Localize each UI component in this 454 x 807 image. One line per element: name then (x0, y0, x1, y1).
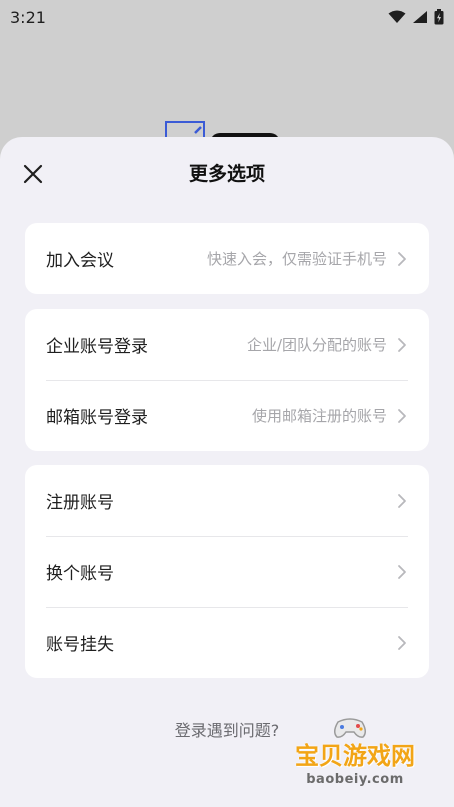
status-bar: 3:21 (0, 0, 454, 34)
sheet-title: 更多选项 (188, 163, 265, 185)
options-card-join: 加入会议 快速入会，仅需验证手机号 (25, 223, 429, 294)
login-help-link[interactable]: 登录遇到问题? (0, 717, 454, 741)
row-hint: 使用邮箱注册的账号 (251, 407, 387, 425)
status-time: 3:21 (10, 7, 46, 27)
row-label: 邮箱账号登录 (46, 408, 148, 428)
row-label: 加入会议 (46, 251, 114, 271)
sheet-header: 更多选项 (0, 137, 454, 207)
chevron-right-icon (398, 635, 406, 650)
enterprise-login-row[interactable]: 企业账号登录 企业/团队分配的账号 (25, 309, 429, 380)
chevron-right-icon (398, 408, 406, 423)
options-card-login: 企业账号登录 企业/团队分配的账号 邮箱账号登录 使用邮箱注册的账号 (25, 309, 429, 451)
chevron-right-icon (398, 337, 406, 352)
wifi-icon (388, 10, 406, 23)
status-icons (388, 9, 444, 25)
chevron-right-icon (398, 251, 406, 266)
row-label: 换个账号 (46, 564, 114, 584)
row-label: 企业账号登录 (46, 337, 148, 357)
options-card-account: 注册账号 换个账号 账号挂失 (25, 465, 429, 678)
row-hint: 企业/团队分配的账号 (246, 336, 387, 354)
row-hint: 快速入会，仅需验证手机号 (206, 250, 387, 268)
row-label: 注册账号 (46, 493, 114, 513)
battery-icon (434, 9, 444, 25)
signal-icon (413, 11, 427, 23)
switch-account-row[interactable]: 换个账号 (25, 536, 429, 607)
email-login-row[interactable]: 邮箱账号登录 使用邮箱注册的账号 (25, 380, 429, 451)
more-options-sheet: 更多选项 加入会议 快速入会，仅需验证手机号 企业账号登录 企业/团队分配的账号… (0, 137, 454, 807)
row-label: 账号挂失 (46, 635, 114, 655)
join-meeting-row[interactable]: 加入会议 快速入会，仅需验证手机号 (25, 223, 429, 294)
report-lost-account-row[interactable]: 账号挂失 (25, 607, 429, 678)
register-account-row[interactable]: 注册账号 (25, 465, 429, 536)
chevron-right-icon (398, 564, 406, 579)
chevron-right-icon (398, 493, 406, 508)
